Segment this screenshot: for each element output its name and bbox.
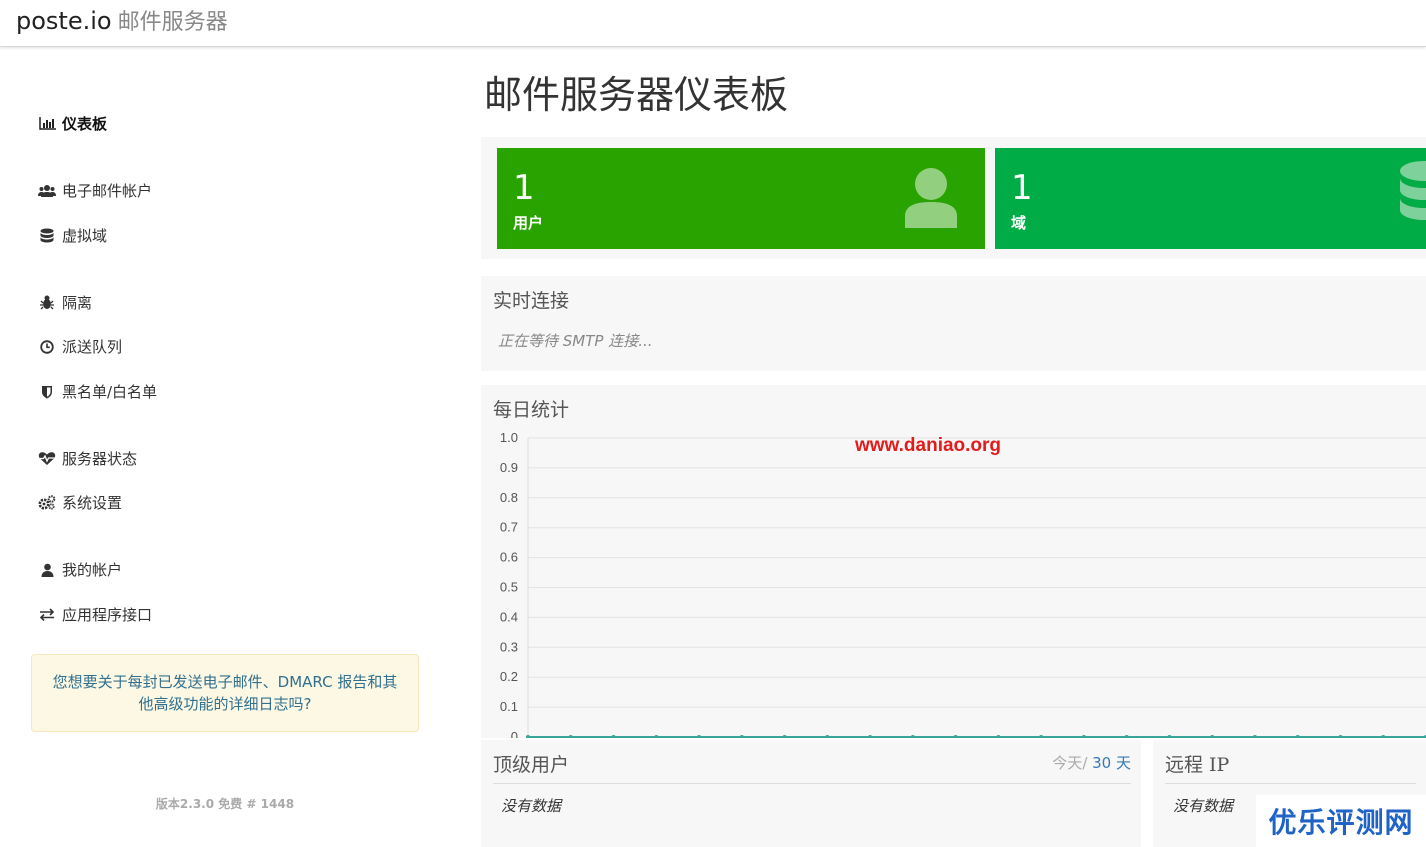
data-point[interactable] <box>1081 735 1086 738</box>
database-icon <box>38 228 56 244</box>
y-tick-label: 0.7 <box>500 520 518 535</box>
sidebar-item-system-settings[interactable]: 系统设置 <box>38 492 122 513</box>
data-point[interactable] <box>568 735 573 738</box>
sidebar-item-email-accounts[interactable]: 电子邮件帐户 <box>38 180 152 201</box>
data-point[interactable] <box>1167 735 1172 738</box>
sidebar-item-virtual-domains[interactable]: 虚拟域 <box>38 225 107 246</box>
data-point[interactable] <box>526 735 530 738</box>
range-today-link[interactable]: 今天 <box>1052 754 1082 772</box>
data-point[interactable] <box>996 735 1001 738</box>
range-selector: 今天/ 30 天 <box>1052 752 1131 773</box>
sidebar-item-label: 系统设置 <box>62 494 123 512</box>
clock-icon <box>38 339 56 355</box>
logo-watermark: 优乐评测网 <box>1256 795 1426 847</box>
y-tick-label: 0.8 <box>500 490 518 505</box>
data-point[interactable] <box>953 735 958 738</box>
range-separator: / <box>1082 754 1093 772</box>
sidebar-item-label: 派送队列 <box>62 338 123 356</box>
data-point[interactable] <box>1295 735 1300 738</box>
heartbeat-icon <box>38 451 56 467</box>
site-watermark: www.daniao.org <box>855 435 1002 456</box>
brand-logo[interactable]: poste.io 邮件服务器 <box>16 4 228 36</box>
sidebar-item-server-status[interactable]: 服务器状态 <box>38 448 137 469</box>
upgrade-promo-alert[interactable]: 您想要关于每封已发送电子邮件、DMARC 报告和其他高级功能的详细日志吗? <box>31 654 419 732</box>
users-label: 用户 <box>513 214 544 232</box>
data-point[interactable] <box>1210 735 1215 738</box>
divider <box>1165 783 1416 784</box>
y-tick-label: 0.5 <box>500 580 518 595</box>
exchange-icon <box>38 607 56 623</box>
data-point[interactable] <box>1039 735 1044 738</box>
data-point[interactable] <box>910 735 915 738</box>
data-point[interactable] <box>739 735 744 738</box>
sidebar-item-delivery-queue[interactable]: 派送队列 <box>38 336 122 357</box>
bar-chart-icon <box>38 116 56 132</box>
sidebar-item-label: 电子邮件帐户 <box>62 182 153 200</box>
y-tick-label: 0.3 <box>500 639 518 654</box>
users-stat-tile[interactable]: 1 用户 <box>497 148 985 249</box>
data-point[interactable] <box>1381 735 1386 738</box>
top-users-empty: 没有数据 <box>501 797 562 815</box>
data-point[interactable] <box>782 735 787 738</box>
sidebar-item-quarantine[interactable]: 隔离 <box>38 292 92 313</box>
database-icon <box>1399 160 1426 236</box>
sidebar-item-my-account[interactable]: 我的帐户 <box>38 559 122 580</box>
data-point[interactable] <box>868 735 873 738</box>
stats-panel: 1 用户 1 域 <box>481 137 1426 259</box>
live-connections-title: 实时连接 <box>493 290 570 312</box>
sidebar-item-label: 黑名单/白名单 <box>62 383 158 401</box>
y-tick-label: 0.9 <box>500 460 518 475</box>
data-point[interactable] <box>1338 735 1343 738</box>
domains-label: 域 <box>1011 214 1027 232</box>
top-users-panel: 顶级用户 今天/ 30 天 没有数据 <box>481 740 1141 847</box>
data-point[interactable] <box>1252 735 1257 738</box>
y-tick-label: 1.0 <box>500 430 518 445</box>
y-tick-label: 0.2 <box>500 669 518 684</box>
user-icon <box>903 166 959 232</box>
sidebar-item-label: 应用程序接口 <box>62 606 153 624</box>
y-tick-label: 0.6 <box>500 550 518 565</box>
y-tick-label: 0.1 <box>500 699 518 714</box>
sidebar-item-label: 我的帐户 <box>62 561 123 579</box>
user-icon <box>38 562 56 578</box>
sidebar-item-label: 仪表板 <box>62 115 108 133</box>
data-point[interactable] <box>654 735 659 738</box>
data-point[interactable] <box>825 735 830 738</box>
users-icon <box>38 183 56 199</box>
remote-ip-title: 远程 IP <box>1165 754 1230 776</box>
sidebar-item-api[interactable]: 应用程序接口 <box>38 604 152 625</box>
version-info: 版本2.3.0 免费 # 1448 <box>155 797 295 811</box>
top-navbar: poste.io 邮件服务器 <box>0 0 1426 47</box>
divider <box>493 783 1131 784</box>
sidebar-item-label: 隔离 <box>62 294 93 312</box>
range-30-days-link[interactable]: 30 天 <box>1092 754 1131 772</box>
page-title: 邮件服务器仪表板 <box>484 73 789 117</box>
data-point[interactable] <box>611 735 616 738</box>
users-count: 1 <box>513 168 535 208</box>
data-point[interactable] <box>1124 735 1129 738</box>
brand-name: poste.io <box>16 7 112 35</box>
data-point[interactable] <box>697 735 702 738</box>
sidebar-item-label: 虚拟域 <box>62 227 108 245</box>
sidebar: 仪表板 电子邮件帐户 虚拟域 隔离 派送队列 黑名单/白名单 服务器状态 系统设… <box>0 47 450 847</box>
domains-count: 1 <box>1011 168 1033 208</box>
shield-icon <box>38 384 56 400</box>
top-users-title: 顶级用户 <box>493 754 570 776</box>
cogs-icon <box>38 495 56 511</box>
remote-ip-empty: 没有数据 <box>1173 797 1234 815</box>
sidebar-item-dashboard[interactable]: 仪表板 <box>38 113 107 134</box>
smtp-waiting-status: 正在等待 SMTP 连接... <box>498 332 653 350</box>
sidebar-item-label: 服务器状态 <box>62 450 138 468</box>
domains-stat-tile[interactable]: 1 域 <box>995 148 1426 249</box>
brand-subtitle: 邮件服务器 <box>117 10 228 35</box>
bug-icon <box>38 295 56 311</box>
y-tick-label: 0 <box>511 729 518 738</box>
live-connections-panel: 实时连接 正在等待 SMTP 连接... <box>481 276 1426 371</box>
y-tick-label: 0.4 <box>500 609 518 624</box>
sidebar-item-blacklist[interactable]: 黑名单/白名单 <box>38 381 157 402</box>
